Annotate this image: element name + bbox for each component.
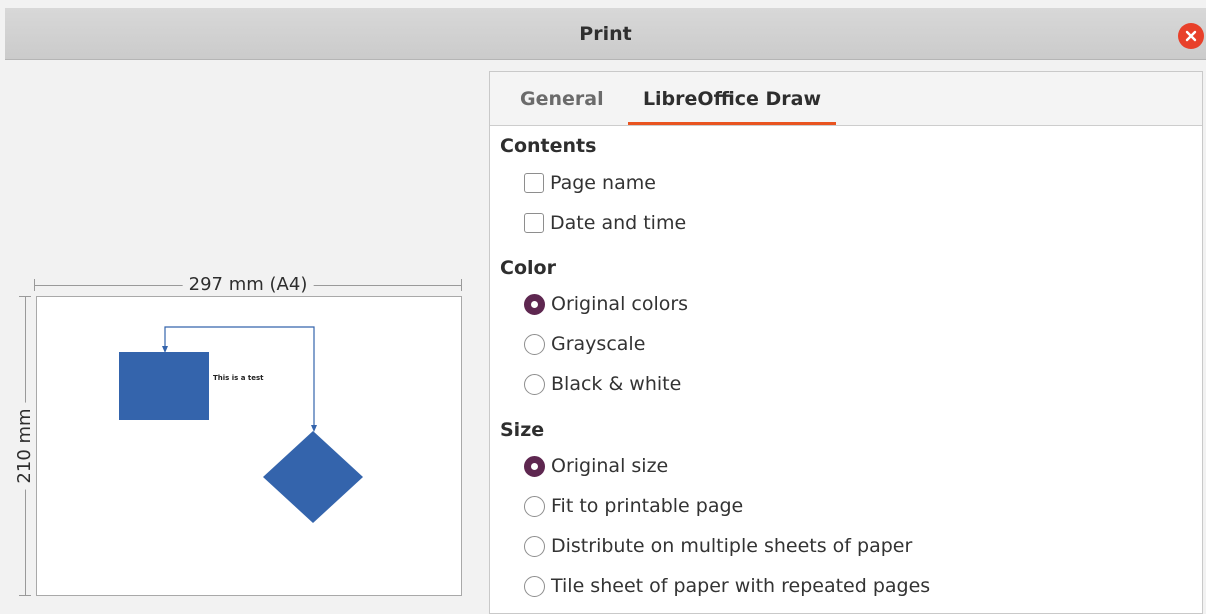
size-heading: Size — [500, 419, 545, 441]
options-panel: General LibreOffice Draw Contents Page n… — [489, 71, 1203, 614]
dialog-title: Print — [579, 23, 632, 45]
active-tab-indicator — [628, 122, 836, 125]
date-time-option[interactable]: Date and time — [524, 210, 686, 236]
page-name-checkbox[interactable] — [524, 173, 544, 193]
original-colors-radio[interactable] — [524, 293, 545, 315]
black-white-label: Black & white — [551, 373, 682, 395]
original-size-radio[interactable] — [524, 455, 545, 477]
fit-to-page-option[interactable]: Fit to printable page — [524, 493, 743, 519]
diamond-shape — [263, 431, 363, 523]
distribute-sheets-radio[interactable] — [524, 535, 545, 557]
page-name-label: Page name — [550, 172, 656, 194]
fit-to-page-radio[interactable] — [524, 495, 545, 517]
original-colors-option[interactable]: Original colors — [524, 291, 688, 317]
tab-libreoffice-draw[interactable]: LibreOffice Draw — [628, 72, 836, 125]
grayscale-radio[interactable] — [524, 333, 545, 355]
tab-bar: General LibreOffice Draw — [490, 72, 1202, 126]
tile-sheet-label: Tile sheet of paper with repeated pages — [551, 575, 931, 597]
black-white-option[interactable]: Black & white — [524, 371, 681, 397]
page-width-dimension: 297 mm (A4) — [34, 274, 462, 296]
fit-to-page-label: Fit to printable page — [551, 495, 744, 517]
tab-general-label: General — [520, 88, 604, 110]
grayscale-label: Grayscale — [551, 333, 646, 355]
page-height-label: 210 mm — [14, 402, 36, 490]
black-white-radio[interactable] — [524, 373, 545, 395]
original-size-label: Original size — [551, 455, 669, 477]
contents-heading: Contents — [500, 135, 597, 157]
original-size-option[interactable]: Original size — [524, 453, 668, 479]
color-heading: Color — [500, 257, 556, 279]
date-time-checkbox[interactable] — [524, 213, 544, 233]
page-height-dimension: 210 mm — [14, 296, 36, 596]
distribute-sheets-option[interactable]: Distribute on multiple sheets of paper — [524, 533, 912, 559]
date-time-label: Date and time — [550, 212, 687, 234]
page-name-option[interactable]: Page name — [524, 170, 656, 196]
connector-arrow-right — [311, 425, 317, 432]
tab-general[interactable]: General — [520, 72, 604, 125]
original-colors-label: Original colors — [551, 293, 689, 315]
close-icon — [1185, 30, 1197, 42]
distribute-sheets-label: Distribute on multiple sheets of paper — [551, 535, 913, 557]
connector-arrow-left — [162, 346, 168, 353]
rectangle-shape — [119, 352, 209, 420]
close-button[interactable] — [1178, 23, 1204, 49]
tab-libreoffice-draw-label: LibreOffice Draw — [642, 88, 822, 110]
grayscale-option[interactable]: Grayscale — [524, 331, 645, 357]
drawing-text: This is a test — [213, 374, 264, 382]
tile-sheet-option[interactable]: Tile sheet of paper with repeated pages — [524, 573, 930, 599]
page-preview: This is a test — [36, 296, 462, 596]
tile-sheet-radio[interactable] — [524, 575, 545, 597]
title-bar: Print — [5, 8, 1206, 60]
page-width-label: 297 mm (A4) — [182, 274, 314, 296]
